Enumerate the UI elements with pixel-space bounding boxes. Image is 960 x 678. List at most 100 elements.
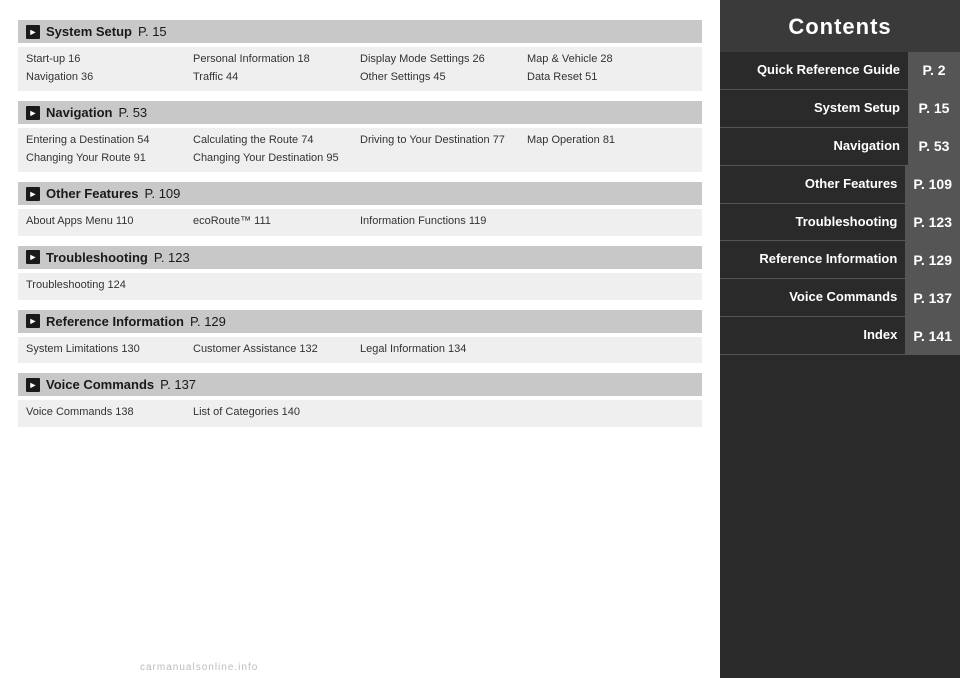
- section-icon-navigation: ►: [26, 106, 40, 120]
- section-header-reference-information: ► Reference Information P. 129: [18, 310, 702, 333]
- list-item: Data Reset 51: [527, 69, 694, 87]
- section-page-system-setup: P. 15: [138, 24, 167, 39]
- list-item: Map Operation 81: [527, 132, 694, 150]
- section-page-navigation: P. 53: [118, 105, 147, 120]
- item-col: [527, 213, 694, 231]
- list-item: [527, 150, 694, 168]
- item-col: [527, 277, 694, 295]
- item-col: Troubleshooting 124: [26, 277, 193, 295]
- section-items-troubleshooting: Troubleshooting 124: [18, 273, 702, 300]
- sidebar-item-page-reference-information: P. 129: [905, 241, 960, 278]
- section-title-navigation: Navigation: [46, 105, 112, 120]
- item-col: [527, 404, 694, 422]
- section-items-navigation: Entering a Destination 54 Changing Your …: [18, 128, 702, 172]
- list-item: System Limitations 130: [26, 341, 193, 359]
- item-col: Start-up 16 Navigation 36: [26, 51, 193, 86]
- list-item: Map & Vehicle 28: [527, 51, 694, 69]
- item-col: [360, 277, 527, 295]
- sidebar-item-page-other-features: P. 109: [905, 166, 960, 203]
- section-navigation: ► Navigation P. 53 Entering a Destinatio…: [18, 101, 702, 172]
- sidebar-item-other-features[interactable]: Other Features P. 109: [720, 166, 960, 204]
- list-item: Navigation 36: [26, 69, 193, 87]
- section-items-voice-commands: Voice Commands 138 List of Categories 14…: [18, 400, 702, 427]
- section-title-troubleshooting: Troubleshooting: [46, 250, 148, 265]
- list-item: [360, 150, 527, 168]
- item-col: ecoRoute™ 111: [193, 213, 360, 231]
- sidebar: Contents Quick Reference Guide P. 2 Syst…: [720, 0, 960, 678]
- item-col: Customer Assistance 132: [193, 341, 360, 359]
- items-row: Start-up 16 Navigation 36 Personal Infor…: [26, 51, 694, 86]
- sidebar-item-page-index: P. 141: [905, 317, 960, 354]
- list-item: [527, 213, 694, 231]
- item-col: Information Functions 119: [360, 213, 527, 231]
- section-reference-information: ► Reference Information P. 129 System Li…: [18, 310, 702, 364]
- sidebar-item-page-troubleshooting: P. 123: [905, 204, 960, 241]
- sidebar-item-index[interactable]: Index P. 141: [720, 317, 960, 355]
- item-col: List of Categories 140: [193, 404, 360, 422]
- sidebar-item-page-quick-reference: P. 2: [908, 52, 960, 89]
- list-item: Customer Assistance 132: [193, 341, 360, 359]
- sidebar-item-navigation[interactable]: Navigation P. 53: [720, 128, 960, 166]
- item-col: [527, 341, 694, 359]
- sidebar-title: Contents: [720, 0, 960, 52]
- section-title-other-features: Other Features: [46, 186, 138, 201]
- item-col: Legal Information 134: [360, 341, 527, 359]
- section-icon-reference-information: ►: [26, 314, 40, 328]
- section-header-system-setup: ► System Setup P. 15: [18, 20, 702, 43]
- list-item: ecoRoute™ 111: [193, 213, 360, 231]
- section-troubleshooting: ► Troubleshooting P. 123 Troubleshooting…: [18, 246, 702, 300]
- section-icon-troubleshooting: ►: [26, 250, 40, 264]
- list-item: Changing Your Destination 95: [193, 150, 360, 168]
- sidebar-item-voice-commands[interactable]: Voice Commands P. 137: [720, 279, 960, 317]
- section-page-reference-information: P. 129: [190, 314, 226, 329]
- item-col: [193, 277, 360, 295]
- item-col: System Limitations 130: [26, 341, 193, 359]
- section-header-voice-commands: ► Voice Commands P. 137: [18, 373, 702, 396]
- items-row: Troubleshooting 124: [26, 277, 694, 295]
- list-item: Traffic 44: [193, 69, 360, 87]
- section-header-navigation: ► Navigation P. 53: [18, 101, 702, 124]
- item-col: Calculating the Route 74 Changing Your D…: [193, 132, 360, 167]
- sidebar-item-label-troubleshooting: Troubleshooting: [720, 204, 905, 241]
- sidebar-item-system-setup[interactable]: System Setup P. 15: [720, 90, 960, 128]
- sidebar-item-label-reference-information: Reference Information: [720, 241, 905, 278]
- sidebar-item-label-quick-reference: Quick Reference Guide: [720, 52, 908, 89]
- list-item: Troubleshooting 124: [26, 277, 193, 295]
- sidebar-item-page-navigation: P. 53: [908, 128, 960, 165]
- list-item: Display Mode Settings 26: [360, 51, 527, 69]
- section-items-system-setup: Start-up 16 Navigation 36 Personal Infor…: [18, 47, 702, 91]
- items-row: Entering a Destination 54 Changing Your …: [26, 132, 694, 167]
- item-col: Voice Commands 138: [26, 404, 193, 422]
- section-header-other-features: ► Other Features P. 109: [18, 182, 702, 205]
- watermark: carmanualsonline.info: [140, 662, 258, 673]
- list-item: List of Categories 140: [193, 404, 360, 422]
- sidebar-item-quick-reference[interactable]: Quick Reference Guide P. 2: [720, 52, 960, 90]
- list-item: Personal Information 18: [193, 51, 360, 69]
- section-icon-other-features: ►: [26, 187, 40, 201]
- list-item: Start-up 16: [26, 51, 193, 69]
- sidebar-item-reference-information[interactable]: Reference Information P. 129: [720, 241, 960, 279]
- section-system-setup: ► System Setup P. 15 Start-up 16 Navigat…: [18, 20, 702, 91]
- list-item: About Apps Menu 110: [26, 213, 193, 231]
- section-page-troubleshooting: P. 123: [154, 250, 190, 265]
- item-col: About Apps Menu 110: [26, 213, 193, 231]
- sidebar-item-troubleshooting[interactable]: Troubleshooting P. 123: [720, 204, 960, 242]
- items-row: About Apps Menu 110 ecoRoute™ 111 Inform…: [26, 213, 694, 231]
- item-col: Map & Vehicle 28 Data Reset 51: [527, 51, 694, 86]
- item-col: Driving to Your Destination 77: [360, 132, 527, 167]
- item-col: [360, 404, 527, 422]
- section-title-voice-commands: Voice Commands: [46, 377, 154, 392]
- section-items-reference-information: System Limitations 130 Customer Assistan…: [18, 337, 702, 364]
- sidebar-item-page-voice-commands: P. 137: [905, 279, 960, 316]
- list-item: Other Settings 45: [360, 69, 527, 87]
- section-header-troubleshooting: ► Troubleshooting P. 123: [18, 246, 702, 269]
- section-other-features: ► Other Features P. 109 About Apps Menu …: [18, 182, 702, 236]
- content-area: ► System Setup P. 15 Start-up 16 Navigat…: [0, 0, 720, 678]
- item-col: Map Operation 81: [527, 132, 694, 167]
- item-col: Personal Information 18 Traffic 44: [193, 51, 360, 86]
- sidebar-item-label-voice-commands: Voice Commands: [720, 279, 905, 316]
- list-item: Legal Information 134: [360, 341, 527, 359]
- items-row: System Limitations 130 Customer Assistan…: [26, 341, 694, 359]
- section-title-system-setup: System Setup: [46, 24, 132, 39]
- section-icon-system-setup: ►: [26, 25, 40, 39]
